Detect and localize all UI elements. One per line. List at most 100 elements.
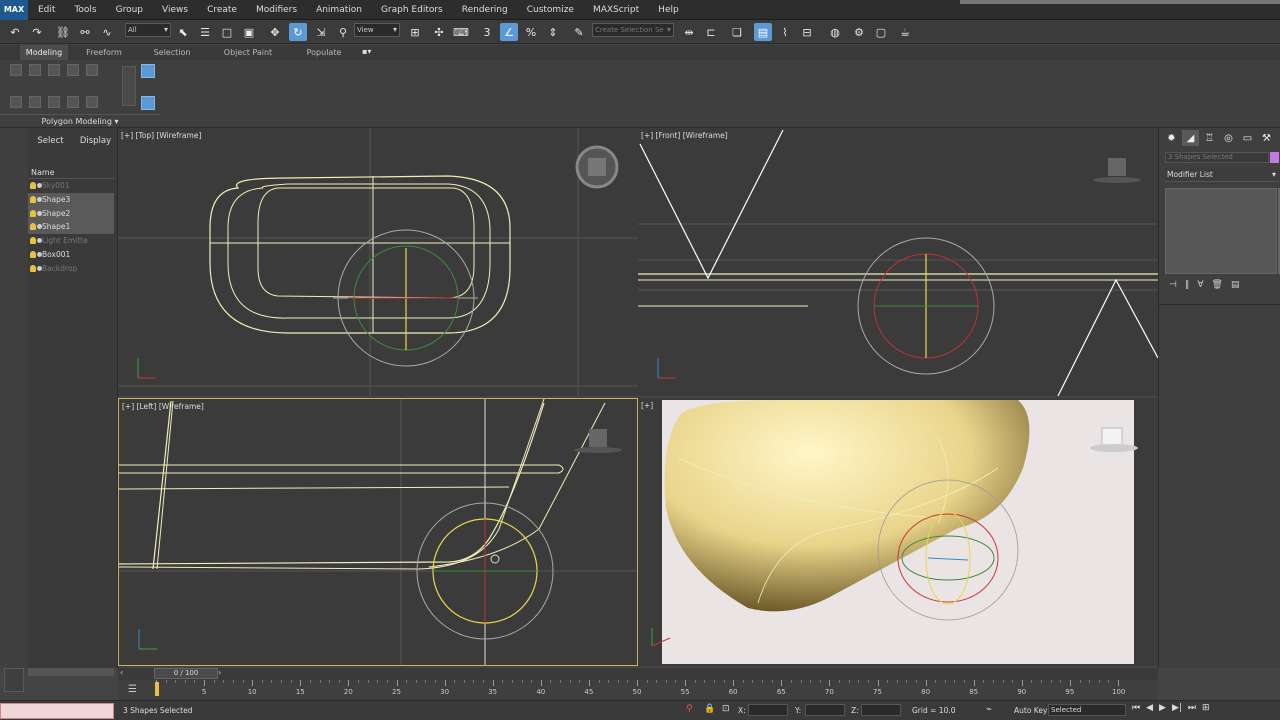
hierarchy-tab-icon[interactable]: ♖ (1201, 130, 1218, 146)
tab-selection[interactable]: Selection (148, 45, 196, 60)
select-rotate-icon[interactable]: ↻ (289, 23, 307, 41)
viewport-layout-icon[interactable] (4, 668, 24, 692)
list-item[interactable]: Sky001 (28, 179, 114, 193)
tab-object-paint[interactable]: Object Paint (218, 45, 278, 60)
select-scale-icon[interactable]: ⇲ (312, 23, 330, 41)
light-bulb-icon[interactable] (30, 209, 36, 217)
rect-selection-icon[interactable]: □ (218, 23, 236, 41)
utilities-tab-icon[interactable]: ⚒ (1258, 130, 1275, 146)
list-item[interactable]: Box001 (28, 248, 114, 262)
border-icon[interactable] (48, 64, 60, 76)
display-tab-icon[interactable]: ▭ (1239, 130, 1256, 146)
pin-stack-icon[interactable] (141, 96, 155, 110)
align-icon[interactable]: ⊏ (702, 23, 720, 41)
rendered-frame-icon[interactable]: ▢ (872, 23, 890, 41)
list-item[interactable]: Shape2 (28, 206, 114, 221)
modify-tab-icon[interactable]: ◢ (1182, 130, 1199, 146)
configure-sets-icon[interactable]: ▤ (1231, 280, 1240, 294)
snaps-toggle-icon[interactable]: 3 (478, 23, 496, 41)
undo-icon[interactable]: ↶ (6, 23, 24, 41)
list-item[interactable]: Backdrop (28, 262, 114, 276)
next-frame-icon[interactable]: ▶| (1172, 703, 1182, 719)
curve-editor-icon[interactable]: ⌇ (776, 23, 794, 41)
x-coordinate-field[interactable] (748, 704, 788, 716)
menu-rendering[interactable]: Rendering (462, 0, 517, 20)
tab-select[interactable]: Select (28, 131, 73, 151)
link-icon[interactable]: ⛓ (54, 23, 72, 41)
go-to-end-icon[interactable]: ⏭ (1188, 703, 1196, 719)
mini-curve-editor-icon[interactable]: ☰ (128, 684, 137, 695)
light-bulb-icon[interactable] (30, 237, 36, 245)
viewport-top-label[interactable]: [+] [Top] [Wireframe] (121, 131, 201, 140)
time-slider[interactable]: ‹ 0 / 100 › (118, 668, 1158, 680)
percent-snap-icon[interactable]: % (522, 23, 540, 41)
render-teapot-icon[interactable]: ☕ (896, 23, 914, 41)
front-v-spline[interactable] (639, 129, 784, 280)
y-coordinate-field[interactable] (805, 704, 845, 716)
shrink-icon[interactable] (10, 96, 22, 108)
selection-filter-dropdown[interactable]: All (125, 23, 171, 37)
menu-customize[interactable]: Customize (527, 0, 583, 20)
time-slider-thumb[interactable]: 0 / 100 (154, 668, 218, 679)
select-move-icon[interactable]: ✥ (266, 23, 284, 41)
menu-views[interactable]: Views (162, 0, 197, 20)
auto-key-button[interactable]: Auto Key (1014, 706, 1047, 715)
light-bulb-icon[interactable] (30, 195, 36, 203)
menu-help[interactable]: Help (658, 0, 688, 20)
layer-manager-icon[interactable]: ❏ (728, 23, 746, 41)
polygon-modeling-dropdown[interactable]: Polygon Modeling ▾ (0, 114, 160, 127)
scene-explorer-scrollbar[interactable] (28, 668, 114, 676)
z-coordinate-field[interactable] (861, 704, 901, 716)
viewcube-front-icon[interactable] (1108, 158, 1126, 176)
menu-graph-editors[interactable]: Graph Editors (381, 0, 452, 20)
object-color-swatch[interactable] (1270, 152, 1279, 163)
ring-icon[interactable] (48, 96, 60, 108)
remove-modifier-icon[interactable]: 🗑 (1212, 280, 1223, 294)
light-bulb-icon[interactable] (30, 264, 36, 272)
outer-spline[interactable] (209, 175, 511, 334)
viewport-perspective[interactable]: [+] (638, 398, 1158, 666)
select-by-name-icon[interactable]: ☰ (196, 23, 214, 41)
light-bulb-icon[interactable] (30, 250, 36, 258)
show-end-result-icon[interactable]: ‖ (1185, 280, 1190, 294)
pin-stack-button-icon[interactable]: ⊣ (1169, 280, 1177, 294)
motion-tab-icon[interactable]: ◎ (1220, 130, 1237, 146)
select-object-icon[interactable]: ⬉ (174, 23, 192, 41)
menu-create[interactable]: Create (207, 0, 246, 20)
reference-coordinate-dropdown[interactable]: View (354, 23, 400, 37)
zoom-extents-icon[interactable]: ⊞ (1202, 703, 1210, 719)
make-unique-icon[interactable]: ∀ (1197, 280, 1203, 294)
use-nurms-icon[interactable] (86, 96, 98, 108)
menu-group[interactable]: Group (116, 0, 152, 20)
prev-frame-icon[interactable]: ◀ (1146, 703, 1153, 719)
play-icon[interactable]: ▶ (1159, 703, 1166, 719)
key-mode-dropdown[interactable]: Selected (1048, 704, 1126, 716)
time-slider-prev-icon[interactable]: ‹ (120, 668, 123, 677)
time-slider-next-icon[interactable]: › (218, 668, 221, 677)
isolate-selection-icon[interactable]: ⚲ (686, 704, 693, 714)
unlink-icon[interactable]: ⚯ (76, 23, 94, 41)
viewport-perspective-label[interactable]: [+] (641, 401, 653, 410)
time-tag-icon[interactable]: ⌁ (986, 704, 992, 715)
list-item[interactable]: Shape3 (28, 192, 114, 207)
maxscript-listener[interactable] (0, 703, 114, 719)
menu-tools[interactable]: Tools (74, 0, 105, 20)
place-icon[interactable]: ⚲ (334, 23, 352, 41)
go-to-start-icon[interactable]: ⏮ (1132, 703, 1140, 719)
bind-space-warp-icon[interactable]: ∿ (98, 23, 116, 41)
viewport-front[interactable]: [+] [Front] [Wireframe] (638, 128, 1158, 396)
scene-explorer-toggle-icon[interactable]: ▤ (754, 23, 772, 41)
light-bulb-icon[interactable] (30, 182, 36, 189)
left-profile-spline[interactable] (119, 402, 545, 565)
viewport-left-label[interactable]: [+] [Left] [Wireframe] (122, 402, 204, 411)
polygon-icon[interactable] (67, 64, 79, 76)
viewport-front-label[interactable]: [+] [Front] [Wireframe] (641, 131, 728, 140)
tab-freeform[interactable]: Freeform (80, 45, 128, 60)
viewcube-perspective-icon[interactable] (1101, 427, 1123, 447)
menu-maxscript[interactable]: MAXScript (593, 0, 648, 20)
viewport-left[interactable]: [+] [Left] [Wireframe] (118, 398, 638, 666)
object-name-field[interactable]: 3 Shapes Selected (1165, 152, 1269, 163)
schematic-view-icon[interactable]: ⊟ (798, 23, 816, 41)
named-selection-dropdown[interactable]: Create Selection Se (592, 23, 674, 37)
name-column-header[interactable]: Name (28, 166, 114, 179)
